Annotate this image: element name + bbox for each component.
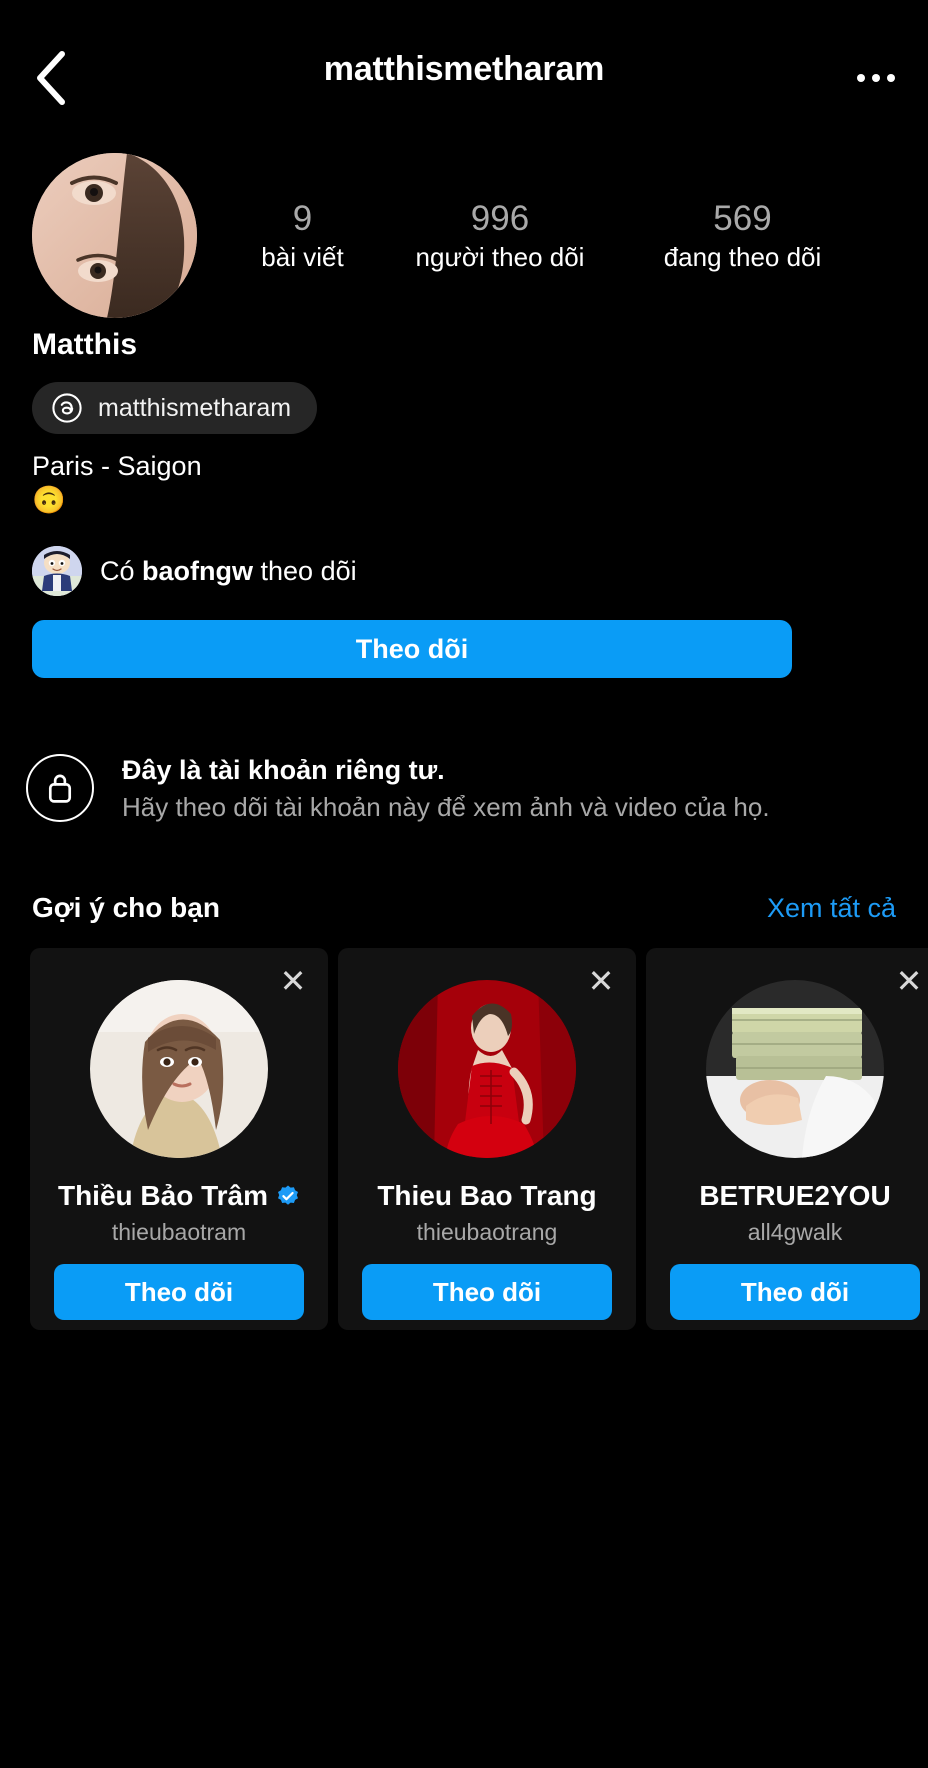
private-account-title: Đây là tài khoản riêng tư. <box>122 755 445 785</box>
suggestions-carousel[interactable]: ✕ Thiều Bảo Trâm thieubaotram Theo dõi ✕… <box>30 948 928 1330</box>
close-icon[interactable]: ✕ <box>890 962 928 1000</box>
suggestion-name-row: Thieu Bao Trang <box>377 1180 596 1212</box>
suggestion-follow-button[interactable]: Theo dõi <box>670 1264 920 1320</box>
suggestions-header: Gợi ý cho bạn Xem tất cả <box>32 892 896 924</box>
suggestions-title: Gợi ý cho bạn <box>32 892 220 923</box>
lock-icon <box>48 774 72 803</box>
suggestion-name: Thiều Bảo Trâm <box>57 1180 269 1211</box>
stat-following-value: 569 <box>713 199 772 238</box>
bio-line-emoji: 🙃 <box>32 485 66 515</box>
suggestion-avatar[interactable] <box>398 980 576 1158</box>
threads-logo-icon <box>52 393 82 423</box>
lock-icon-circle <box>26 754 94 822</box>
stat-followers-value: 996 <box>470 199 530 238</box>
stat-posts[interactable]: 9 bài viết <box>230 200 375 273</box>
threads-handle: matthismetharam <box>98 393 292 422</box>
mutual-username[interactable]: baofngw <box>142 556 253 586</box>
suggestion-avatar-image <box>398 980 576 1158</box>
more-options-button[interactable] <box>844 50 908 106</box>
more-options-icon <box>887 74 895 82</box>
suggestion-avatar-image <box>706 980 884 1158</box>
more-options-icon <box>857 74 865 82</box>
page-title: matthismetharam <box>323 50 605 88</box>
bio-line-location: Paris - Saigon <box>32 451 202 481</box>
mutual-prefix: Có <box>100 555 143 586</box>
suggestion-name: BETRUE2YOU <box>699 1180 891 1211</box>
suggestion-name-row: Thiều Bảo Trâm <box>58 1180 300 1212</box>
stat-following[interactable]: 569 đang theo dõi <box>625 200 860 273</box>
suggestion-name-row: BETRUE2YOU <box>699 1180 890 1212</box>
suggestion-avatar[interactable] <box>706 980 884 1158</box>
private-account-notice: Đây là tài khoản riêng tư. Hãy theo dõi … <box>26 748 906 826</box>
suggestion-username: thieubaotrang <box>416 1219 558 1245</box>
display-name: Matthis <box>32 328 137 361</box>
suggestion-avatar-image <box>90 980 268 1158</box>
close-icon[interactable]: ✕ <box>274 962 312 1000</box>
suggestion-username: all4gwalk <box>747 1219 843 1245</box>
see-all-link[interactable]: Xem tất cả <box>767 893 896 924</box>
suggestion-avatar[interactable] <box>90 980 268 1158</box>
stat-following-label: đang theo dõi <box>663 241 822 272</box>
mutual-followers-text: Có baofngw theo dõi <box>100 556 357 587</box>
profile-summary: 9 bài viết 996 người theo dõi 569 đang t… <box>0 148 928 318</box>
profile-stats: 9 bài viết 996 người theo dõi 569 đang t… <box>230 200 910 273</box>
mutual-suffix: theo dõi <box>253 555 357 586</box>
suggestion-card[interactable]: ✕ Thieu Bao Trang thieubaotrang Theo dõi <box>338 948 636 1330</box>
app-header: matthismetharam <box>0 0 928 152</box>
stat-followers-label: người theo dõi <box>415 241 585 272</box>
suggestion-card[interactable]: ✕ Thiều Bảo Trâm thieubaotram Theo dõi <box>30 948 328 1330</box>
follow-button[interactable]: Theo dõi <box>32 620 792 678</box>
suggestion-card[interactable]: ✕ BETRUE2YOU all4gwalk Theo dõi <box>646 948 928 1330</box>
stat-posts-value: 9 <box>292 199 313 238</box>
profile-avatar[interactable] <box>32 153 197 318</box>
threads-badge[interactable]: matthismetharam <box>32 382 318 434</box>
instagram-profile-screen: matthismetharam 9 bài viết 996 người the… <box>0 0 928 1768</box>
avatar-image <box>32 153 197 318</box>
verified-badge-icon <box>278 1185 299 1205</box>
suggestion-username: thieubaotram <box>111 1219 247 1245</box>
close-icon[interactable]: ✕ <box>582 962 620 1000</box>
mutual-avatar-image <box>32 546 82 596</box>
suggestion-name: Thieu Bao Trang <box>377 1180 597 1211</box>
more-options-icon <box>872 74 880 82</box>
mutual-followers-row[interactable]: Có baofngw theo dõi <box>32 546 357 596</box>
suggestion-follow-button[interactable]: Theo dõi <box>54 1264 304 1320</box>
private-account-subtitle: Hãy theo dõi tài khoản này để xem ảnh và… <box>122 792 770 823</box>
stat-followers[interactable]: 996 người theo dõi <box>375 200 625 273</box>
stat-posts-label: bài viết <box>261 241 344 272</box>
suggestion-follow-button[interactable]: Theo dõi <box>362 1264 612 1320</box>
mutual-follower-avatar <box>32 546 82 596</box>
private-account-texts: Đây là tài khoản riêng tư. Hãy theo dõi … <box>122 748 770 826</box>
